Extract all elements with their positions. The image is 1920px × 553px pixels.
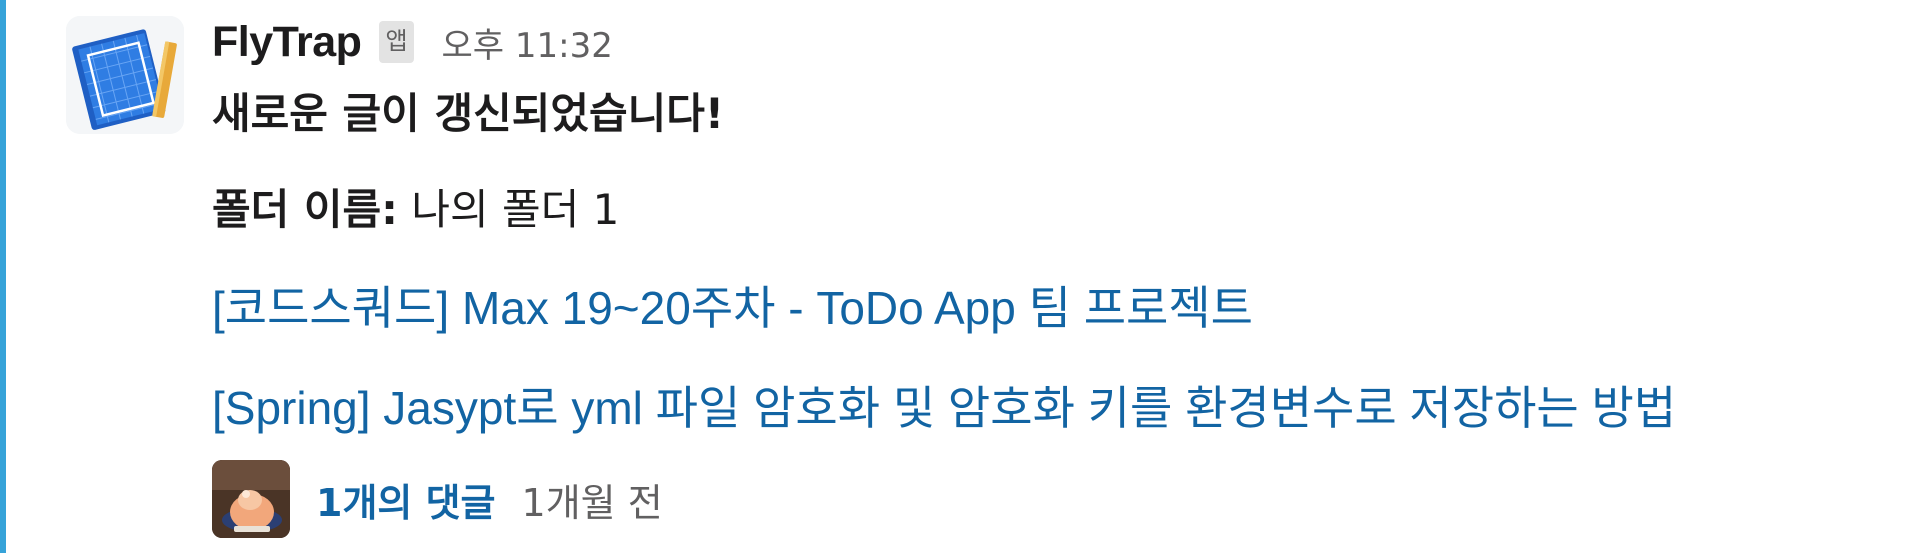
last-reply-time: 1개월 전 [521,480,663,525]
blueprint-notebook-icon [66,16,184,134]
folder-name: 나의 폴더 1 [411,185,620,234]
app-badge: 앱 [379,21,414,63]
folder-info: 폴더 이름: 나의 폴더 1 [212,184,1880,236]
message-headline: 새로운 글이 갱신되었습니다! [212,89,725,138]
sender-name[interactable]: FlyTrap [212,18,362,67]
post-link[interactable]: [Spring] Jasypt로 yml 파일 암호화 및 암호화 키를 환경변… [212,382,1880,434]
message-panel: FlyTrap 앱 오후 11:32 새로운 글이 갱신되었습니다! 폴더 이름… [0,0,1920,553]
user-photo-avatar [212,460,290,538]
thread-replies: 1개의 댓글 1개월 전 [212,460,1880,538]
folder-label: 폴더 이름: [212,185,398,234]
message-body: FlyTrap 앱 오후 11:32 새로운 글이 갱신되었습니다! 폴더 이름… [212,12,1880,538]
post-link[interactable]: [코드스쿼드] Max 19~20주차 - ToDo App 팀 프로젝트 [212,282,1880,334]
replier-avatar[interactable] [212,460,290,538]
message-timestamp[interactable]: 오후 11:32 [442,18,613,67]
reply-count-link[interactable]: 1개의 댓글 [316,472,496,527]
sender-avatar[interactable] [66,16,184,134]
message-header: FlyTrap 앱 오후 11:32 [212,12,1880,72]
highlight-accent-bar [0,0,6,553]
